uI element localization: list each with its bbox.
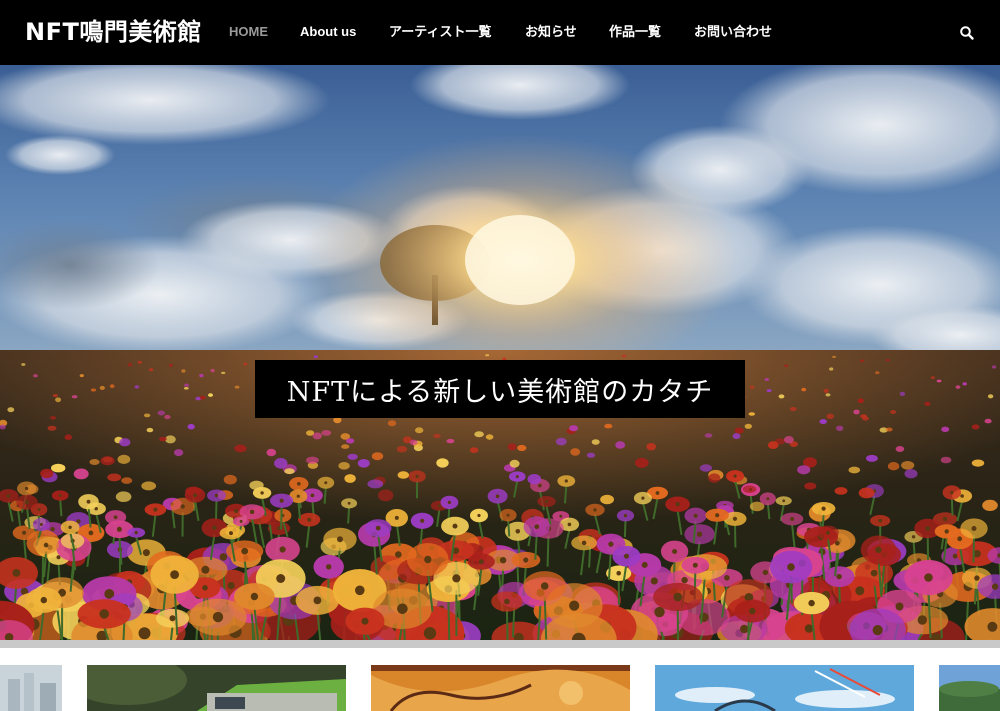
hero-banner: NFTによる新しい美術館のカタチ xyxy=(0,65,1000,640)
hero-tagline: NFTによる新しい美術館のカタチ xyxy=(255,360,745,418)
main-nav: HOME About us アーティスト一覧 お知らせ 作品一覧 お問い合わせ xyxy=(0,0,1000,65)
nav-item-contact[interactable]: お問い合わせ xyxy=(694,24,772,40)
works-thumbnail-row xyxy=(0,648,1000,711)
work-thumbnail-bus[interactable] xyxy=(87,665,346,711)
site-header: NFT鳴門美術館 HOME About us アーティスト一覧 お知らせ 作品一… xyxy=(0,0,1000,65)
nav-item-about[interactable]: About us xyxy=(300,24,356,40)
section-divider xyxy=(0,640,1000,648)
nav-item-artists[interactable]: アーティスト一覧 xyxy=(389,24,491,40)
work-thumbnail-painting[interactable] xyxy=(371,665,630,711)
hero-image xyxy=(0,65,1000,640)
nav-item-news[interactable]: お知らせ xyxy=(525,24,577,40)
work-thumbnail-city[interactable] xyxy=(0,665,62,711)
work-thumbnail-sky[interactable] xyxy=(655,665,914,711)
nav-item-works[interactable]: 作品一覧 xyxy=(609,24,661,40)
search-icon[interactable] xyxy=(958,24,976,42)
nav-item-home[interactable]: HOME xyxy=(229,24,268,40)
work-thumbnail-landscape[interactable] xyxy=(939,665,1000,711)
